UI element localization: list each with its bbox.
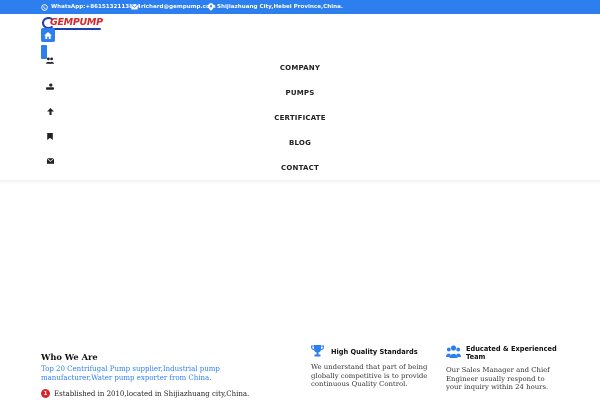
feature-title-quality: High Quality Standards <box>331 348 418 356</box>
nav-item-pumps[interactable]: PUMPS <box>0 89 600 97</box>
feature-title-team: Educated & Experienced Team <box>466 345 557 361</box>
side-home-button[interactable] <box>41 28 55 42</box>
who-we-are-heading: Who We Are <box>41 352 98 362</box>
whatsapp-icon <box>41 3 48 11</box>
nav-item-contact[interactable]: CONTACT <box>0 164 600 172</box>
users-icon <box>46 57 54 64</box>
who-point-item: 1 Established in 2010,located in Shijiaz… <box>41 389 249 398</box>
whatsapp-text: WhatsApp:+8615132113824 <box>51 4 141 10</box>
feature-text-team: Our Sales Manager and Chief Engineer usu… <box>446 366 550 392</box>
email-contact[interactable]: richard@gempump.com <box>131 0 216 14</box>
who-we-are-subtitle: Top 20 Centrifugal Pump supplier,Industr… <box>41 365 220 382</box>
who-point-text: Established in 2010,located in Shijiazhu… <box>54 389 250 398</box>
trophy-icon <box>311 345 324 357</box>
home-icon <box>44 31 52 39</box>
team-icon <box>446 345 461 358</box>
whatsapp-contact[interactable]: WhatsApp:+8615132113824 <box>41 0 141 14</box>
map-marker-icon <box>208 3 214 11</box>
nav-item-company[interactable]: COMPANY <box>0 64 600 72</box>
top-info-bar: WhatsApp:+8615132113824 richard@gempump.… <box>0 0 600 14</box>
header-divider <box>0 180 600 184</box>
point-number-badge: 1 <box>41 389 50 398</box>
nav-item-certificate[interactable]: CERTIFICATE <box>0 114 600 122</box>
address-text: Shijiazhuang City,Hebei Province,China. <box>217 4 344 10</box>
address-info: Shijiazhuang City,Hebei Province,China. <box>208 0 343 14</box>
logo-text: GEMPUMP <box>50 17 103 28</box>
email-text: richard@gempump.com <box>141 4 216 10</box>
feature-text-quality: We understand that part of being globall… <box>311 363 428 389</box>
nav-item-blog[interactable]: BLOG <box>0 139 600 147</box>
side-users-button[interactable] <box>46 56 54 64</box>
envelope-icon <box>131 4 138 10</box>
